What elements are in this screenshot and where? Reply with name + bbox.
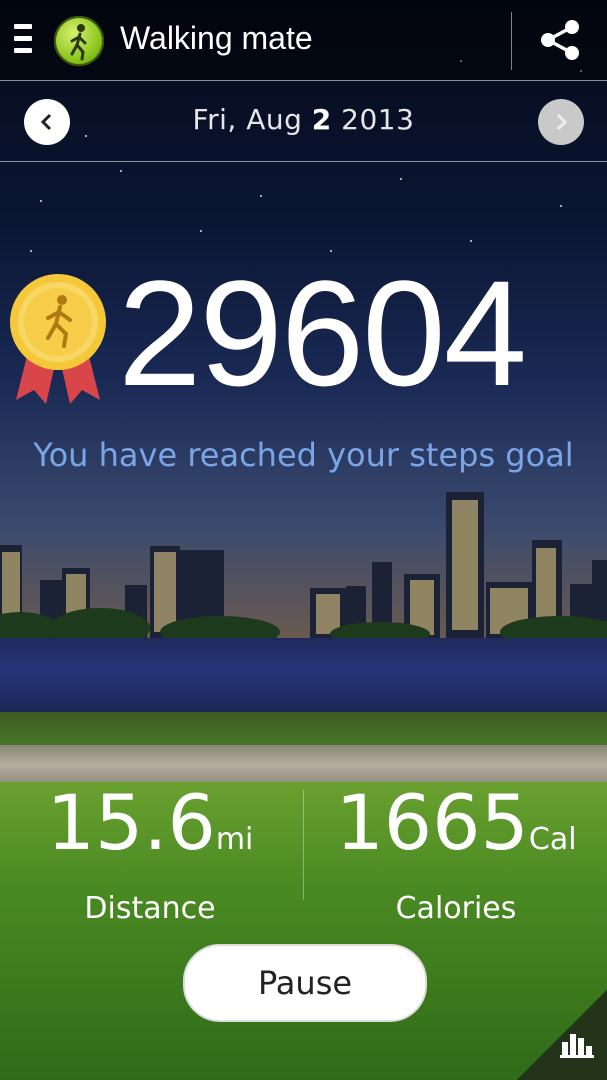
distance-value-row: 15.6mi <box>0 780 300 883</box>
menu-icon[interactable] <box>14 24 36 56</box>
share-icon[interactable] <box>538 18 582 62</box>
date-navigation: Fri, Aug 2 2013 <box>0 81 607 162</box>
next-day-button[interactable] <box>538 99 584 145</box>
distance-label: Distance <box>84 891 216 926</box>
distance-stat: 15.6mi Distance <box>0 780 300 927</box>
calories-value: 1665 <box>335 778 529 867</box>
calories-unit: Cal <box>528 822 577 857</box>
calories-label: Calories <box>395 891 517 926</box>
city-skyline <box>0 492 607 640</box>
stats-divider <box>303 790 304 900</box>
medal-icon <box>6 272 110 408</box>
calories-value-row: 1665Cal <box>306 780 606 883</box>
walker-icon <box>54 16 104 66</box>
lake <box>0 638 607 718</box>
distance-value: 15.6 <box>46 778 216 867</box>
header-divider <box>511 12 512 70</box>
chevron-right-icon <box>556 113 568 131</box>
distance-unit: mi <box>215 822 254 857</box>
pause-button[interactable]: Pause <box>183 944 427 1022</box>
bar-chart-icon[interactable] <box>560 1028 594 1058</box>
calories-stat: 1665Cal Calories <box>306 780 606 927</box>
app-title: Walking mate <box>120 20 313 56</box>
step-count: 29604 <box>118 249 527 417</box>
current-date: Fri, Aug 2 2013 <box>192 103 415 136</box>
goal-message: You have reached your steps goal <box>33 436 574 474</box>
app-header: Walking mate <box>0 0 607 81</box>
